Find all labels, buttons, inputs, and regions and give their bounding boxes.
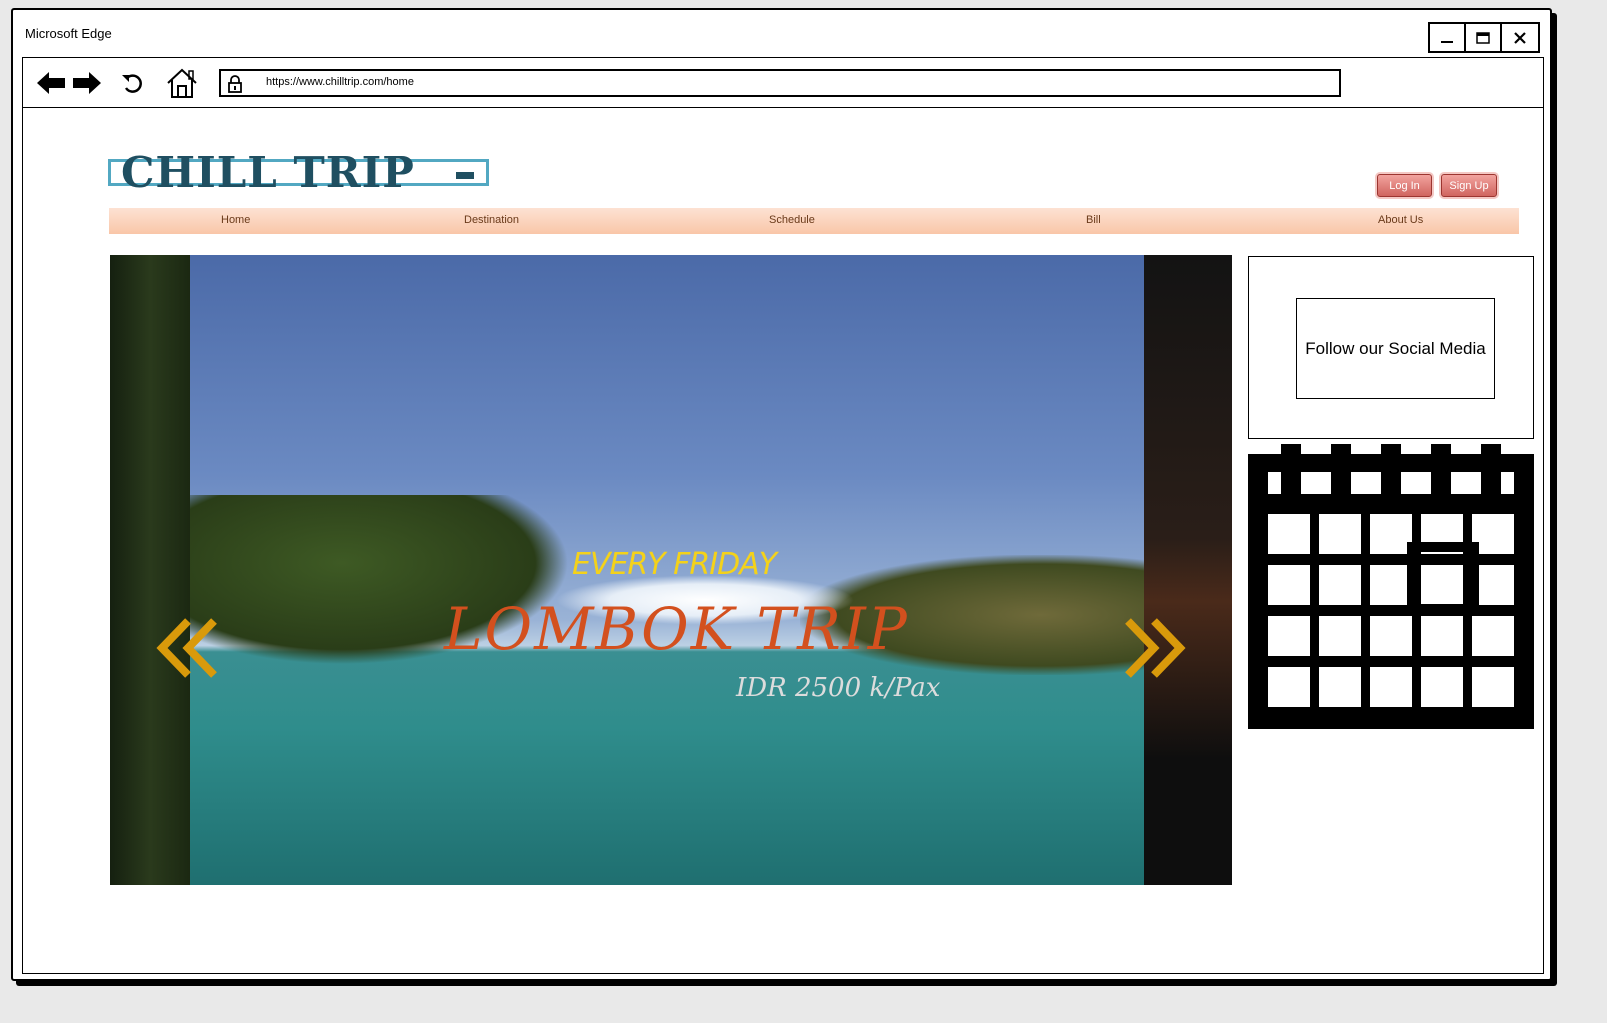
hero-title: LOMBOK TRIP — [444, 595, 909, 663]
hero-subtitle: EVERY FRIDAY — [572, 547, 777, 582]
minimize-icon — [1441, 40, 1453, 43]
forward-button[interactable] — [71, 68, 103, 98]
back-button[interactable] — [35, 68, 67, 98]
refresh-button[interactable] — [117, 68, 149, 98]
url-text[interactable]: https://www.chilltrip.com/home — [266, 76, 414, 88]
browser-toolbar: https://www.chilltrip.com/home — [23, 58, 1543, 108]
carousel-next-button[interactable] — [1116, 617, 1186, 679]
back-arrow-icon — [37, 72, 65, 94]
maximize-icon — [1476, 31, 1490, 44]
refresh-icon — [122, 74, 142, 93]
login-button[interactable]: Log In — [1377, 174, 1432, 197]
site-logo[interactable]: CHILL TRIP — [108, 150, 489, 196]
home-button[interactable] — [164, 66, 200, 100]
signup-button[interactable]: Sign Up — [1441, 174, 1497, 197]
hero-carousel[interactable]: EVERY FRIDAY LOMBOK TRIP IDR 2500 k/Pax — [110, 255, 1232, 885]
address-bar[interactable]: https://www.chilltrip.com/home — [219, 69, 1341, 97]
social-media-panel: Follow our Social Media — [1248, 256, 1534, 439]
logo-dash — [456, 172, 474, 179]
lock-icon — [228, 75, 242, 93]
nav-schedule[interactable]: Schedule — [769, 214, 815, 226]
close-button[interactable] — [1502, 24, 1538, 51]
chevron-double-right-icon — [1125, 618, 1186, 678]
calendar-icon[interactable] — [1248, 444, 1534, 729]
nav-home[interactable]: Home — [221, 214, 250, 226]
browser-window: Microsoft Edge https://www.chilltrip.com… — [11, 8, 1552, 981]
nav-about-us[interactable]: About Us — [1378, 214, 1423, 226]
window-controls — [1428, 22, 1540, 53]
maximize-button[interactable] — [1466, 24, 1502, 51]
hero-price: IDR 2500 k/Pax — [736, 673, 941, 703]
chevron-double-left-icon — [156, 618, 217, 678]
main-nav: Home Destination Schedule Bill About Us — [109, 208, 1519, 234]
nav-bill[interactable]: Bill — [1086, 214, 1101, 226]
home-icon — [167, 68, 197, 98]
forward-arrow-icon — [73, 72, 101, 94]
carousel-prev-button[interactable] — [156, 617, 226, 679]
minimize-button[interactable] — [1430, 24, 1466, 51]
logo-text: CHILL TRIP — [121, 148, 415, 197]
previous-slide-preview — [110, 255, 190, 885]
next-slide-preview — [1144, 255, 1232, 885]
nav-destination[interactable]: Destination — [464, 214, 519, 226]
social-media-link[interactable]: Follow our Social Media — [1296, 298, 1495, 399]
browser-viewport: https://www.chilltrip.com/home CHILL TRI… — [22, 57, 1544, 974]
window-title: Microsoft Edge — [25, 26, 112, 41]
close-icon — [1514, 31, 1526, 44]
